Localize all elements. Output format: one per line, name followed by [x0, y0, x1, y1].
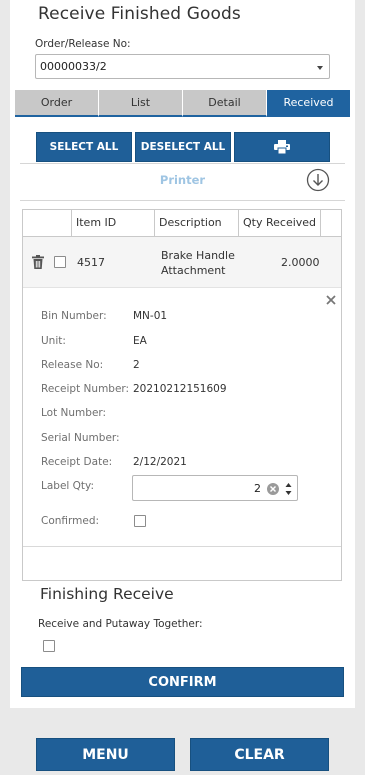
order-label: Order/Release No: [35, 38, 131, 50]
table-row[interactable]: 4517 Brake Handle Attachment 2.0000 [23, 237, 341, 288]
order-select[interactable]: 00000033/2 [35, 54, 330, 79]
divider [20, 200, 345, 201]
page-title: Receive Finished Goods [38, 4, 241, 24]
row-detail-panel: Bin Number: MN-01 Unit: EA Release No: 2… [23, 289, 341, 547]
select-all-button[interactable]: SELECT ALL [36, 132, 132, 162]
cell-item-id: 4517 [77, 256, 105, 269]
printer-label: Printer [159, 173, 206, 187]
tab-list[interactable]: List [99, 90, 183, 117]
received-grid: Item ID Description Qty Received 4517 Br… [22, 209, 342, 581]
lot-number-label: Lot Number: [41, 407, 107, 419]
spinner-icon[interactable] [285, 482, 292, 496]
receipt-number-value: 20210212151609 [133, 383, 227, 395]
unit-label: Unit: [41, 335, 66, 347]
release-no-value: 2 [133, 359, 140, 371]
cell-qty-received: 2.0000 [281, 256, 320, 269]
divider [20, 163, 345, 164]
clear-icon[interactable] [267, 483, 279, 495]
column-header-select [23, 210, 72, 236]
bin-number-value: MN-01 [133, 310, 168, 322]
tab-order[interactable]: Order [15, 90, 99, 117]
printer-icon [274, 140, 290, 155]
receipt-date-label: Receipt Date: [41, 456, 113, 468]
column-header-qty-received[interactable]: Qty Received [239, 210, 321, 236]
clear-button[interactable]: CLEAR [190, 738, 329, 771]
unit-value: EA [133, 335, 147, 347]
label-qty-input[interactable]: 2 [132, 475, 298, 501]
finishing-receive-title: Finishing Receive [40, 585, 174, 603]
label-qty-label: Label Qty: [41, 480, 95, 492]
column-header-spacer [321, 210, 341, 236]
deselect-all-button[interactable]: DESELECT ALL [135, 132, 231, 162]
cell-description-line2: Attachment [161, 264, 226, 277]
receive-putaway-label: Receive and Putaway Together: [38, 618, 203, 630]
tab-received[interactable]: Received [267, 90, 350, 117]
menu-button[interactable]: MENU [36, 738, 175, 771]
tab-bar: Order List Detail Received [15, 90, 350, 117]
label-qty-value: 2 [254, 482, 261, 495]
row-checkbox[interactable] [54, 256, 66, 268]
trash-icon[interactable] [32, 255, 44, 269]
order-select-value: 00000033/2 [40, 60, 107, 73]
confirmed-label: Confirmed: [41, 515, 100, 527]
receive-putaway-checkbox[interactable] [43, 640, 55, 652]
grid-header: Item ID Description Qty Received [23, 210, 341, 237]
tab-detail[interactable]: Detail [183, 90, 267, 117]
chevron-down-icon [317, 66, 323, 70]
confirmed-checkbox[interactable] [134, 515, 146, 527]
receipt-date-value: 2/12/2021 [133, 456, 187, 468]
release-no-label: Release No: [41, 359, 104, 371]
receipt-number-label: Receipt Number: [41, 383, 130, 395]
column-header-item-id[interactable]: Item ID [72, 210, 155, 236]
close-icon[interactable] [326, 295, 336, 305]
serial-number-label: Serial Number: [41, 432, 120, 444]
cell-description-line1: Brake Handle [161, 249, 235, 262]
confirm-button[interactable]: CONFIRM [21, 667, 344, 697]
arrow-down-circle-icon[interactable] [306, 168, 330, 192]
print-button[interactable] [234, 132, 330, 162]
bin-number-label: Bin Number: [41, 310, 107, 322]
column-header-description[interactable]: Description [155, 210, 239, 236]
